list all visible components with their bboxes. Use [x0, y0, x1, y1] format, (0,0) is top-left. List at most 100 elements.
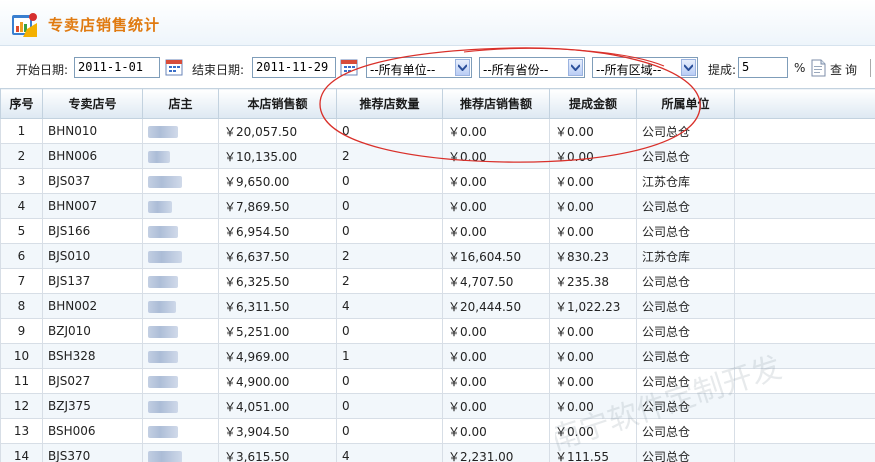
cell-owner [142, 418, 219, 444]
cell-store: BZJ375 [42, 393, 143, 419]
calendar-icon[interactable] [340, 58, 358, 76]
cell-unit: 公司总仓 [636, 418, 735, 444]
cell-store: BJS010 [42, 243, 143, 269]
cell-sales: ￥5,251.00 [218, 318, 337, 344]
end-date-label: 结束日期: [192, 63, 245, 77]
table-row[interactable]: 8 BHN002 ￥6,311.50 4 ￥20,444.50 ￥1,022.23 公司总仓 [0, 293, 875, 319]
cell-blank [734, 443, 875, 462]
table-row[interactable]: 2 BHN006 ￥10,135.00 2 ￥0.00 ￥0.00 公司总仓 [0, 143, 875, 169]
redacted-owner-name [148, 325, 178, 338]
cell-unit: 公司总仓 [636, 368, 735, 394]
sales-table: 序号 专卖店号 店主 本店销售额 推荐店数量 推荐店销售额 提成金额 所属单位 … [0, 88, 875, 462]
cell-commission: ￥111.55 [549, 443, 637, 462]
cell-referral-count: 0 [336, 418, 443, 444]
cell-owner [142, 368, 219, 394]
table-header-row: 序号 专卖店号 店主 本店销售额 推荐店数量 推荐店销售额 提成金额 所属单位 [0, 88, 875, 119]
cell-blank [734, 193, 875, 219]
redacted-owner-name [148, 300, 176, 313]
cell-referral-count: 2 [336, 243, 443, 269]
cell-referral-count: 4 [336, 293, 443, 319]
cell-referral-sales: ￥20,444.50 [442, 293, 550, 319]
cell-store: BSH328 [42, 343, 143, 369]
table-row[interactable]: 4 BHN007 ￥7,869.50 0 ￥0.00 ￥0.00 公司总仓 [0, 193, 875, 219]
table-row[interactable]: 3 BJS037 ￥9,650.00 0 ￥0.00 ￥0.00 江苏仓库 [0, 168, 875, 194]
table-row[interactable]: 9 BZJ010 ￥5,251.00 0 ￥0.00 ￥0.00 公司总仓 [0, 318, 875, 344]
table-row[interactable]: 12 BZJ375 ￥4,051.00 0 ￥0.00 ￥0.00 公司总仓 [0, 393, 875, 419]
start-date-input[interactable]: 2011-1-01 [74, 57, 160, 78]
redacted-owner-name [148, 225, 178, 238]
column-header-referral-sales[interactable]: 推荐店销售额 [442, 88, 550, 119]
cell-unit: 江苏仓库 [636, 243, 735, 269]
column-header-index[interactable]: 序号 [0, 88, 43, 119]
column-header-owner[interactable]: 店主 [142, 88, 219, 119]
cell-commission: ￥1,022.23 [549, 293, 637, 319]
column-header-referral-count[interactable]: 推荐店数量 [336, 88, 443, 119]
column-header-commission[interactable]: 提成金额 [549, 88, 637, 119]
redacted-owner-name [148, 200, 172, 213]
cell-unit: 江苏仓库 [636, 168, 735, 194]
cell-blank [734, 393, 875, 419]
column-header-sales[interactable]: 本店销售额 [218, 88, 337, 119]
column-header-unit[interactable]: 所属单位 [636, 88, 735, 119]
cell-store: BHN007 [42, 193, 143, 219]
table-row[interactable]: 10 BSH328 ￥4,969.00 1 ￥0.00 ￥0.00 公司总仓 [0, 343, 875, 369]
table-row[interactable]: 14 BJS370 ￥3,615.50 4 ￥2,231.00 ￥111.55 公司总仓 [0, 443, 875, 462]
redacted-owner-name [148, 175, 182, 188]
cell-index: 1 [0, 118, 43, 144]
end-date-input[interactable]: 2011-11-29 [252, 57, 336, 78]
table-row[interactable]: 5 BJS166 ￥6,954.50 0 ￥0.00 ￥0.00 公司总仓 [0, 218, 875, 244]
cell-sales: ￥6,311.50 [218, 293, 337, 319]
cell-owner [142, 143, 219, 169]
province-select[interactable]: --所有省份-- [479, 57, 585, 78]
cell-sales: ￥4,900.00 [218, 368, 337, 394]
chevron-down-icon[interactable] [681, 59, 696, 76]
redacted-owner-name [148, 125, 178, 138]
title-bar: 专卖店销售统计 [0, 0, 875, 46]
cell-index: 13 [0, 418, 43, 444]
table-row[interactable]: 11 BJS027 ￥4,900.00 0 ￥0.00 ￥0.00 公司总仓 [0, 368, 875, 394]
cell-sales: ￥4,051.00 [218, 393, 337, 419]
cell-sales: ￥7,869.50 [218, 193, 337, 219]
column-header-blank [734, 88, 875, 119]
percent-label: % [794, 61, 806, 75]
cell-owner [142, 293, 219, 319]
column-header-store[interactable]: 专卖店号 [42, 88, 143, 119]
cell-owner [142, 393, 219, 419]
cell-blank [734, 368, 875, 394]
cell-owner [142, 443, 219, 462]
region-select[interactable]: --所有区域-- [592, 57, 698, 78]
page-title: 专卖店销售统计 [48, 16, 161, 34]
cell-index: 10 [0, 343, 43, 369]
cell-referral-count: 0 [336, 168, 443, 194]
table-row[interactable]: 7 BJS137 ￥6,325.50 2 ￥4,707.50 ￥235.38 公司总仓 [0, 268, 875, 294]
cell-referral-sales: ￥0.00 [442, 393, 550, 419]
query-button[interactable]: 查询 [810, 58, 862, 78]
redacted-owner-name [148, 425, 178, 438]
table-row[interactable]: 13 BSH006 ￥3,904.50 0 ￥0.00 ￥0.00 公司总仓 [0, 418, 875, 444]
cell-unit: 公司总仓 [636, 343, 735, 369]
cell-owner [142, 343, 219, 369]
cell-commission: ￥0.00 [549, 343, 637, 369]
calendar-icon[interactable] [165, 58, 183, 76]
commission-input[interactable]: 5 [738, 57, 788, 78]
redacted-owner-name [148, 350, 178, 363]
cell-referral-count: 0 [336, 368, 443, 394]
cell-store: BJS137 [42, 268, 143, 294]
cell-commission: ￥0.00 [549, 193, 637, 219]
table-row[interactable]: 6 BJS010 ￥6,637.50 2 ￥16,604.50 ￥830.23 江苏仓库 [0, 243, 875, 269]
table-row[interactable]: 1 BHN010 ￥20,057.50 0 ￥0.00 ￥0.00 公司总仓 [0, 118, 875, 144]
cell-referral-sales: ￥0.00 [442, 368, 550, 394]
redacted-owner-name [148, 275, 178, 288]
cell-unit: 公司总仓 [636, 293, 735, 319]
chevron-down-icon[interactable] [455, 59, 470, 76]
cell-sales: ￥6,637.50 [218, 243, 337, 269]
cell-index: 3 [0, 168, 43, 194]
cell-store: BZJ010 [42, 318, 143, 344]
cell-blank [734, 343, 875, 369]
cell-blank [734, 243, 875, 269]
chevron-down-icon[interactable] [568, 59, 583, 76]
region-select-value: --所有区域-- [596, 63, 662, 77]
unit-select[interactable]: --所有单位-- [366, 57, 472, 78]
cell-commission: ￥0.00 [549, 368, 637, 394]
redacted-owner-name [148, 150, 170, 163]
